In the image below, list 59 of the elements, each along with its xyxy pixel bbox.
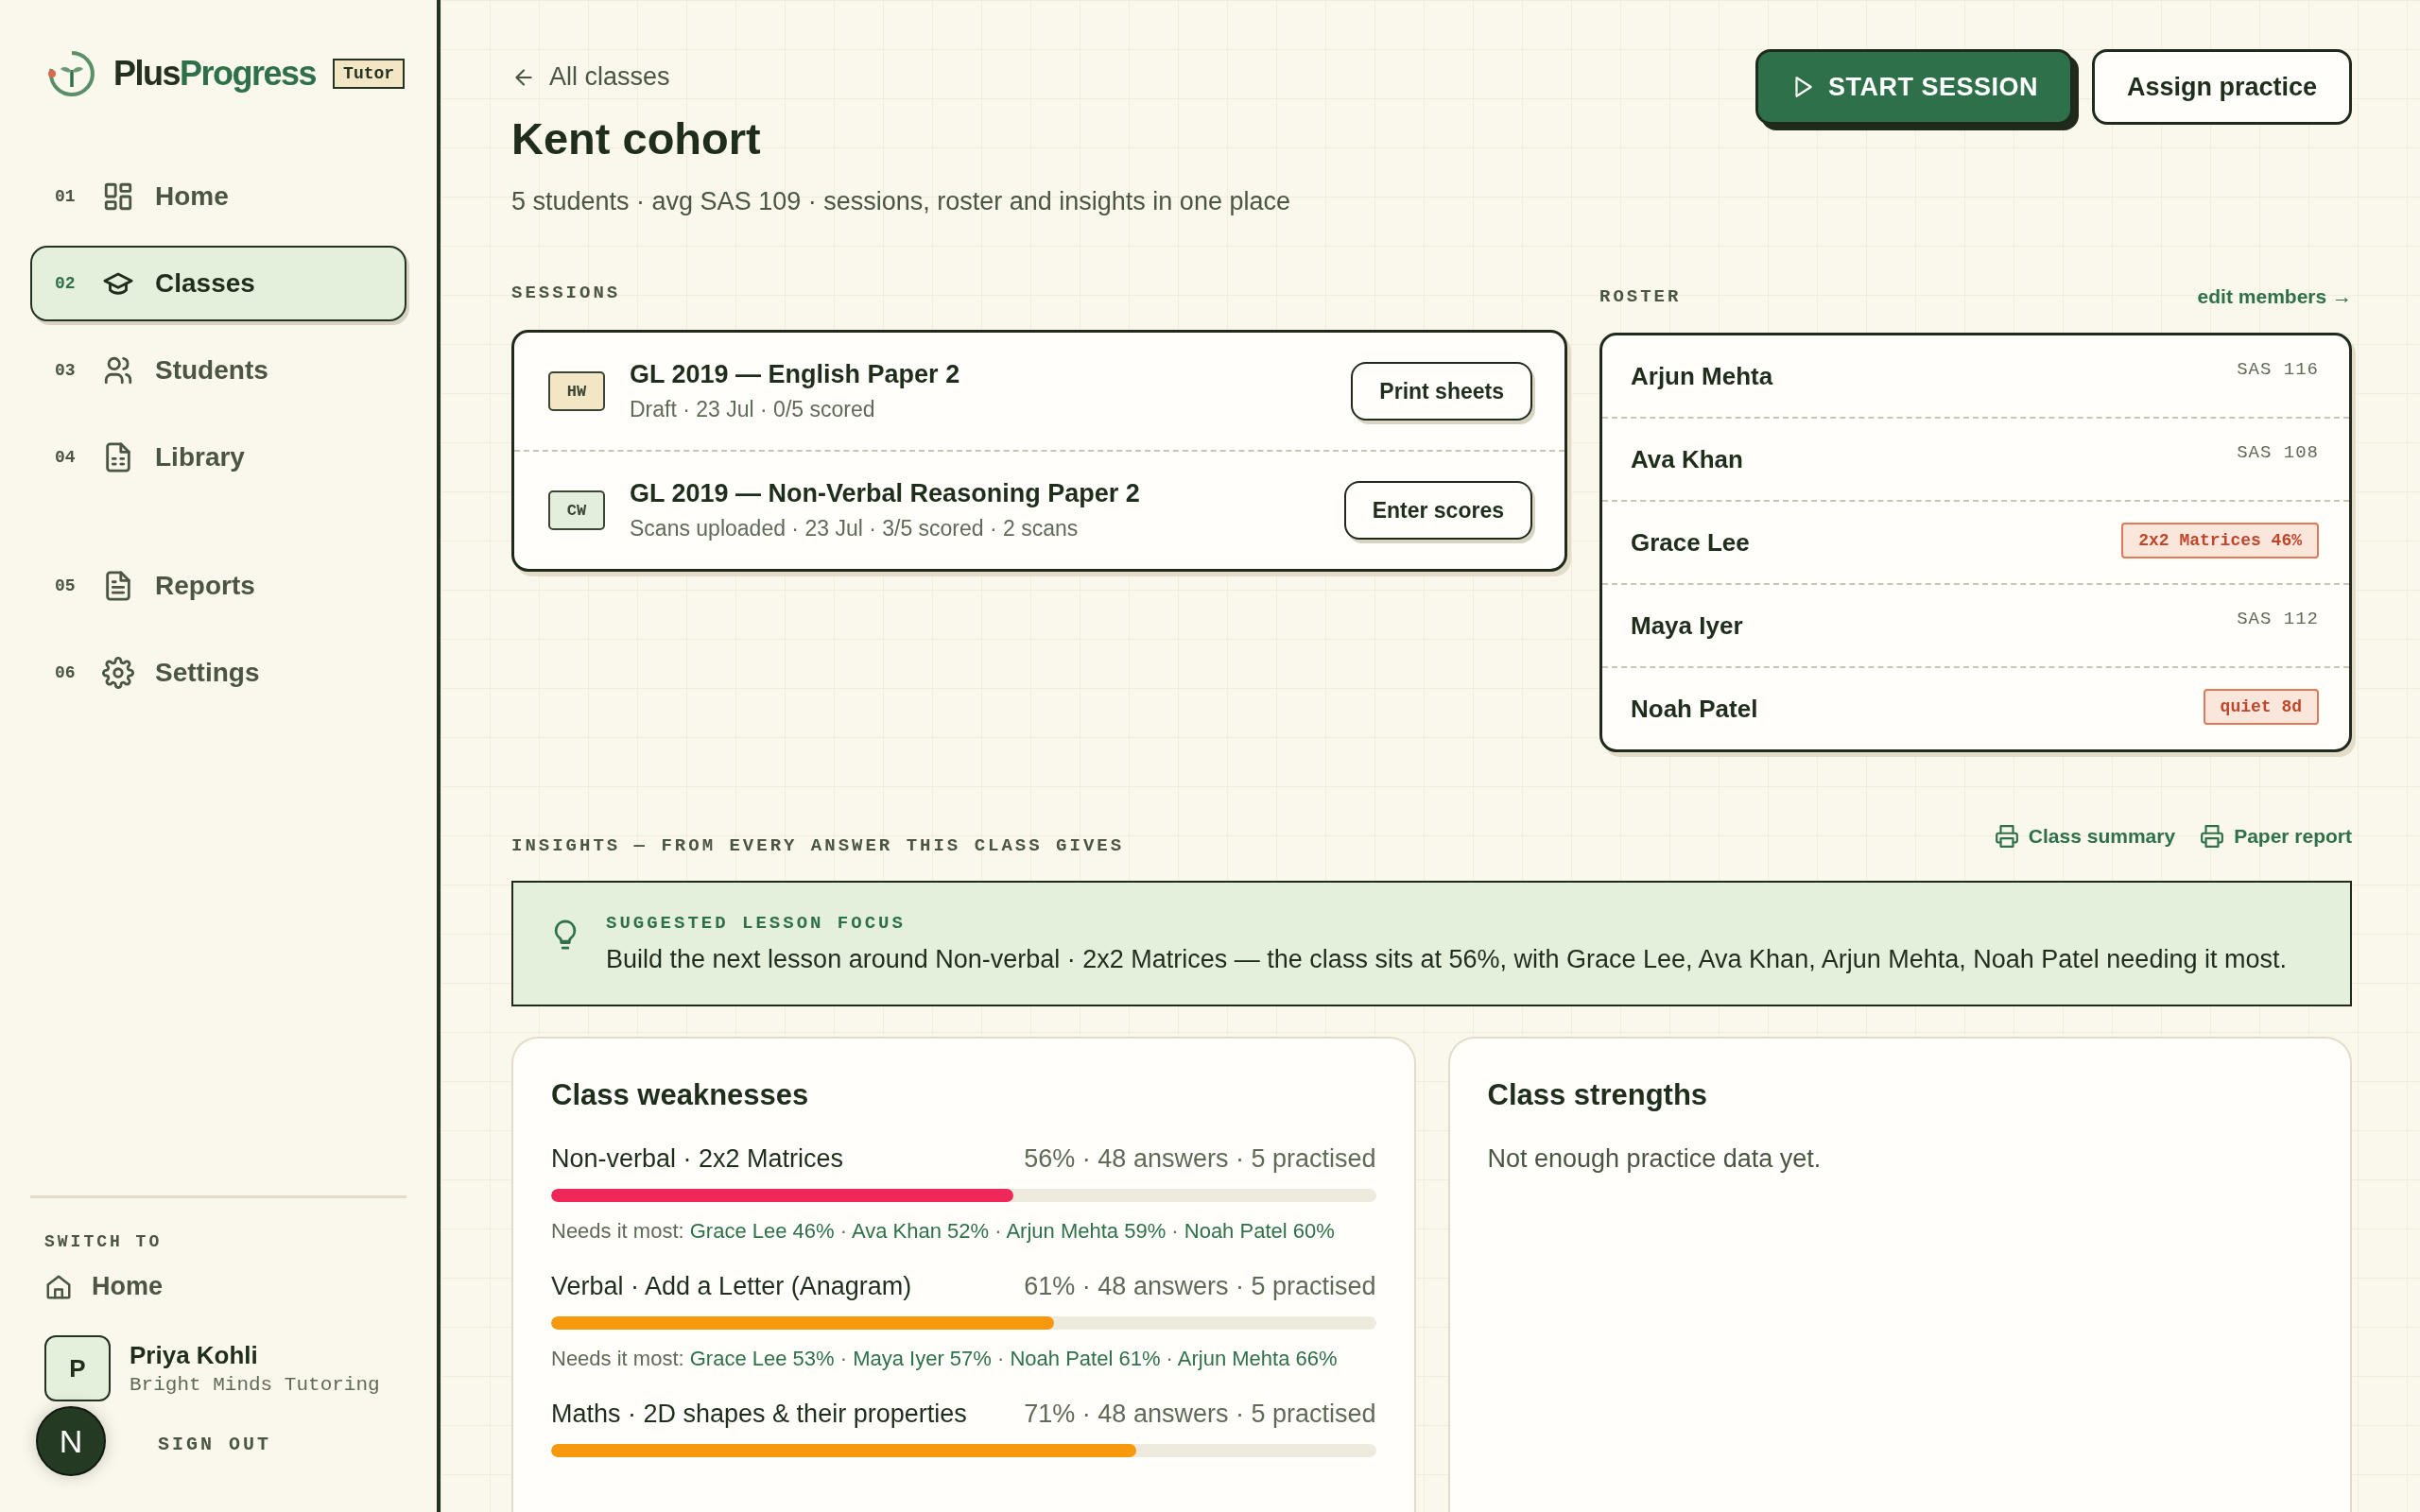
topic-name: Maths · 2D shapes & their properties — [551, 1400, 967, 1429]
needs-it-most-text: Needs it most: Grace Lee 53% · Maya Iyer 57% · Noah Patel 61% · Arjun Mehta 66% — [551, 1347, 1339, 1371]
focus-text: Build the next lesson around Non-verbal · 2x2 Matrices — the class sits at 56%, with Grace Lee, Ava Khan, Arjun Mehta, Noah Patel needing it most. — [606, 945, 2287, 974]
alert-tag: 2x2 Matrices 46% — [2121, 523, 2319, 558]
session-meta: Scans uploaded · 23 Jul · 3/5 scored · 2 scans — [630, 516, 1080, 541]
organisation-name: Bright Minds Tutoring — [130, 1374, 380, 1396]
session-title: GL 2019 — Non-Verbal Reasoning Paper 2 — [630, 479, 1141, 508]
user-avatar: P — [44, 1335, 111, 1401]
student-name[interactable]: Noah Patel — [1631, 694, 1758, 724]
section-heading: SESSIONS — [511, 283, 622, 303]
print-link[interactable]: Paper report — [2200, 824, 2352, 849]
student-name[interactable]: Arjun Mehta — [1631, 361, 1773, 391]
printer-icon — [2200, 824, 2225, 849]
print-link[interactable]: Class summary — [1994, 824, 2176, 849]
card-title: Class strengths — [1487, 1078, 1709, 1112]
nav-item[interactable]: 01 Home — [30, 159, 406, 234]
back-link[interactable]: All classes — [511, 62, 670, 92]
topic-stats: 56% · 48 answers · 5 practised — [1024, 1144, 1376, 1174]
session-tag: CW — [548, 490, 605, 530]
edit-members-link[interactable]: edit members → — [2197, 285, 2352, 308]
user-name: Priya Kohli — [130, 1341, 259, 1370]
dev-tools-badge[interactable]: N — [36, 1406, 106, 1476]
settings-icon — [102, 657, 134, 689]
section-heading: INSIGHTS — FROM EVERY ANSWER THIS CLASS GIVES — [511, 835, 1125, 856]
topic-stats: 61% · 48 answers · 5 practised — [1024, 1272, 1376, 1301]
focus-heading: SUGGESTED LESSON FOCUS — [606, 913, 907, 934]
sprout-logo-icon — [47, 49, 96, 98]
nav-item[interactable]: 04 Library — [30, 420, 406, 495]
empty-state-text: Not enough practice data yet. — [1487, 1144, 1823, 1174]
sign-out-link[interactable]: SIGN OUT — [158, 1434, 271, 1455]
alert-tag: quiet 8d — [2203, 689, 2319, 725]
brand-name: PlusProgress — [113, 54, 317, 94]
session-meta: Draft · 23 Jul · 0/5 scored — [630, 397, 876, 422]
printer-icon — [1994, 824, 2019, 849]
section-heading: ROSTER — [1599, 286, 1682, 307]
topic-name: Non-verbal · 2x2 Matrices — [551, 1144, 844, 1174]
nav-item[interactable]: 03 Students — [30, 333, 406, 408]
sas-score: SAS 108 — [2237, 442, 2319, 463]
section-label: SWITCH TO — [44, 1232, 164, 1251]
switch-link[interactable]: Home — [44, 1272, 163, 1301]
nav-item[interactable]: 05 Reports — [30, 548, 406, 624]
people-icon — [102, 354, 134, 387]
role-badge: Tutor — [333, 59, 406, 89]
session-tag: HW — [548, 371, 605, 411]
topic-stats: 71% · 48 answers · 5 practised — [1024, 1400, 1376, 1429]
card-title: Class weaknesses — [551, 1078, 810, 1112]
student-name[interactable]: Grace Lee — [1631, 527, 1750, 558]
sas-score: SAS 112 — [2237, 609, 2319, 629]
assign-practice-button[interactable]: Assign practice — [2091, 49, 2352, 125]
grid-icon — [102, 180, 134, 213]
needs-it-most-text: Needs it most: Grace Lee 46% · Ava Khan 52% · Arjun Mehta 59% · Noah Patel 60% — [551, 1219, 1336, 1244]
nav-item[interactable]: 06 Settings — [30, 635, 406, 711]
page-subtitle: 5 students · avg SAS 109 · sessions, roster and insights in one place — [511, 187, 1290, 216]
sas-score: SAS 116 — [2237, 359, 2319, 380]
student-name[interactable]: Maya Iyer — [1631, 610, 1743, 641]
student-name[interactable]: Ava Khan — [1631, 444, 1743, 474]
session-title: GL 2019 — English Paper 2 — [630, 360, 961, 389]
page-title: Kent cohort — [511, 112, 762, 164]
topic-name: Verbal · Add a Letter (Anagram) — [551, 1272, 912, 1301]
